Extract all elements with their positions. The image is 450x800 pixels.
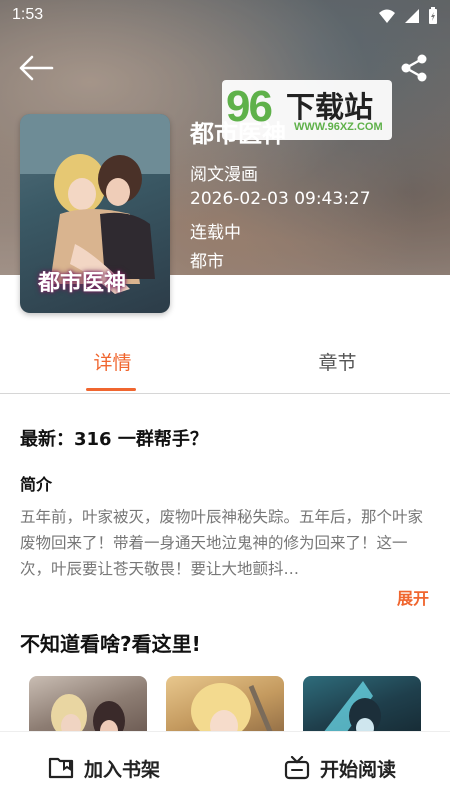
share-button[interactable] (396, 48, 432, 88)
intro-heading: 简介 (20, 475, 53, 494)
recommend-heading: 不知道看啥?看这里! (20, 632, 201, 656)
start-reading-button[interactable]: 开始阅读 (284, 750, 396, 786)
start-reading-label: 开始阅读 (320, 758, 397, 781)
active-tab-indicator (86, 388, 136, 391)
watermark-text: 下载站 (286, 90, 374, 124)
tab-bar: 详情 章节 (0, 340, 450, 394)
arrow-left-icon (19, 55, 54, 81)
back-button[interactable] (14, 48, 58, 88)
expand-button[interactable]: 展开 (397, 585, 429, 609)
book-updated-time: 2026-02-03 09:43:27 (190, 189, 371, 209)
book-cover: 都市医神 (20, 114, 170, 313)
signal-icon (405, 9, 419, 23)
intro-text: 五年前，叶家被灭，废物叶辰神秘失踪。五年后，那个叶家废物回来了！带着一身通天地泣… (20, 508, 424, 578)
add-to-shelf-button[interactable]: 加入书架 (48, 750, 160, 786)
watermark-url: WWW.96XZ.COM (294, 121, 383, 133)
watermark-number: 96 (226, 82, 273, 131)
bottom-action-bar: 加入书架 开始阅读 (0, 731, 450, 800)
tab-details[interactable]: 详情 (0, 340, 225, 392)
book-category: 都市 (190, 252, 224, 272)
status-bar: 1:53 (0, 0, 450, 32)
latest-chapter[interactable]: 最新：316 一群帮手？ (20, 425, 208, 451)
book-status: 连载中 (190, 223, 241, 243)
watermark-logo: 96 下载站 WWW.96XZ.COM (222, 80, 392, 140)
wifi-icon (379, 9, 395, 23)
tv-icon (284, 756, 310, 780)
add-to-shelf-label: 加入书架 (84, 758, 161, 781)
status-time: 1:53 (12, 6, 44, 23)
book-author: 阅文漫画 (190, 165, 258, 185)
bookshelf-icon (48, 757, 74, 779)
status-icons (378, 7, 438, 25)
share-icon (401, 54, 427, 82)
battery-icon (429, 7, 437, 24)
tab-chapters[interactable]: 章节 (225, 340, 450, 392)
cover-title: 都市医神 (38, 271, 127, 296)
